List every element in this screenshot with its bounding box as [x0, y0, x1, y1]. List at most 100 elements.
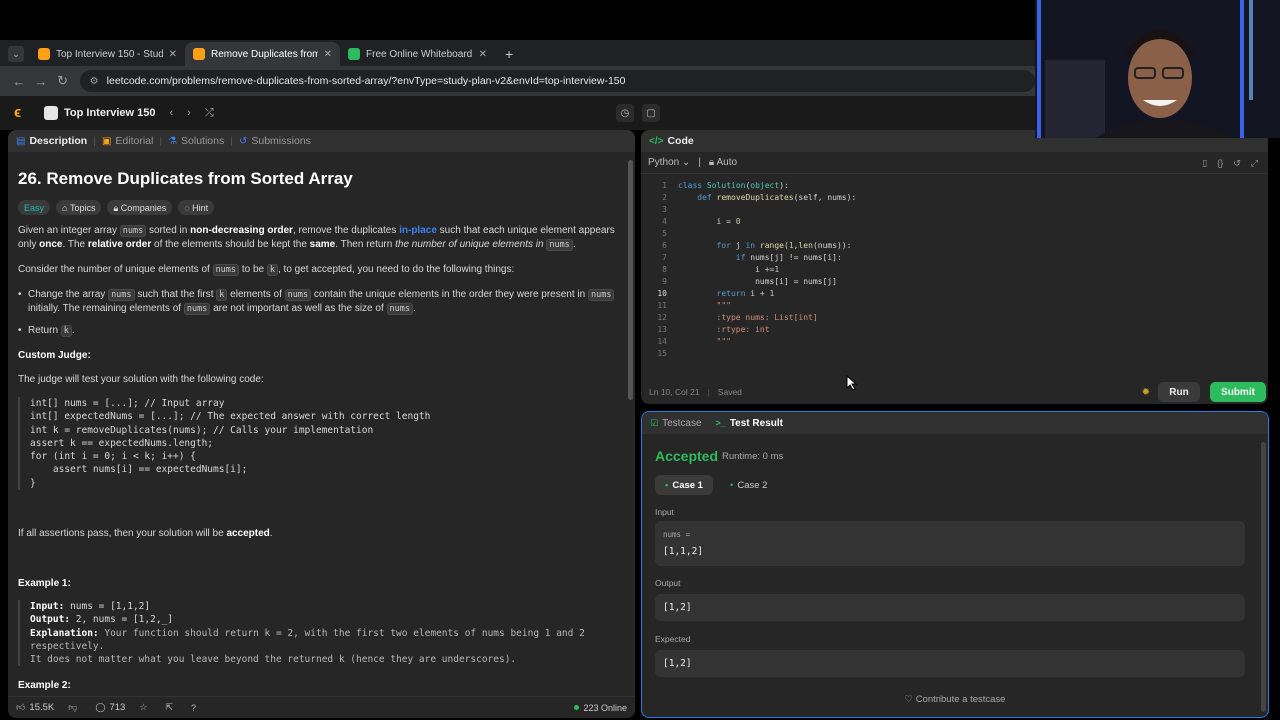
run-button[interactable]: Run	[1158, 382, 1200, 402]
close-icon[interactable]: ✕	[324, 49, 332, 60]
language-select[interactable]: Python ⌄	[648, 157, 690, 168]
input-box: nums = [1,1,2]	[655, 521, 1245, 566]
tab-divider: |	[159, 135, 163, 147]
webcam-overlay	[1035, 0, 1280, 138]
new-tab-button[interactable]: +	[505, 46, 513, 62]
comment-icon: ◯	[95, 702, 106, 712]
tab-description[interactable]: ▤ Description	[16, 135, 87, 147]
input-value: [1,1,2]	[663, 546, 704, 557]
topics-tag[interactable]: ⌂ Topics	[56, 200, 102, 215]
code-line: nums[i] = nums[j]	[678, 277, 837, 286]
auto-mode-toggle[interactable]: 🔒︎ Auto	[709, 157, 737, 168]
code-line: for j in range(1,len(nums)):	[716, 241, 852, 250]
shuffle-icon[interactable]: ⤮	[205, 107, 214, 120]
heart-icon: ♡	[904, 694, 916, 705]
help-button[interactable]: ?	[191, 703, 200, 713]
tab-submissions[interactable]: ↺ Submissions	[239, 135, 311, 147]
like-button[interactable]: 👍︎ 15.5K	[16, 702, 54, 713]
tab-divider: |	[230, 135, 233, 147]
pass-dot-icon: •	[730, 479, 734, 491]
thumbs-down-icon: 👎︎	[68, 702, 78, 712]
help-icon: ?	[190, 702, 196, 713]
description-panel: ▤ Description | ▣ Editorial | ⚗ Solution…	[8, 130, 635, 718]
case-1-button[interactable]: • Case 1	[655, 475, 713, 495]
code-line: :type nums: List[int]	[716, 313, 818, 322]
tab-editorial[interactable]: ▣ Editorial	[102, 135, 153, 147]
bookmark-icon[interactable]: ▯	[1202, 158, 1207, 169]
description-icon: ▤	[16, 135, 26, 147]
problem-content: 26. Remove Duplicates from Sorted Array …	[18, 168, 618, 691]
site-info-icon[interactable]: ⚙	[90, 76, 99, 87]
in-place-link[interactable]: in-place	[399, 225, 437, 236]
test-panel-scrollbar[interactable]	[1261, 442, 1266, 712]
custom-judge-heading: Custom Judge:	[18, 350, 91, 361]
description-scrollbar[interactable]	[628, 160, 633, 400]
notes-icon[interactable]: ▢	[642, 104, 660, 122]
line-number: 6	[662, 241, 667, 250]
inline-code: nums	[546, 239, 573, 251]
code-toolbar-actions: ▯ {} ↺ ⤢	[1202, 158, 1258, 169]
problem-list-icon[interactable]	[44, 106, 58, 120]
input-label: Input	[655, 507, 674, 517]
leetcode-logo-icon[interactable]: ϵ	[14, 104, 30, 122]
verdict-label: Accepted	[655, 448, 719, 464]
hint-tag[interactable]: ◌ Hint	[178, 200, 215, 215]
example-1-block: Input: nums = [1,1,2] Output: 2, nums = […	[18, 600, 628, 667]
comments-button[interactable]: ◯ 713	[95, 702, 125, 713]
expected-value: [1,2]	[655, 650, 1245, 677]
problem-title: 26. Remove Duplicates from Sorted Array	[18, 169, 353, 188]
accepted-note: If all assertions pass, then your soluti…	[18, 528, 273, 539]
browser-tab-remove-duplicates[interactable]: Remove Duplicates from Sorted ✕	[185, 42, 340, 66]
code-line: """	[716, 337, 731, 346]
tab-divider: |	[93, 135, 96, 147]
case-2-button[interactable]: • Case 2	[720, 475, 777, 495]
problem-list-title[interactable]: Top Interview 150	[64, 107, 156, 119]
requirement-bullet-1: Change the array nums such that the firs…	[18, 288, 618, 316]
url-input[interactable]: ⚙ leetcode.com/problems/remove-duplicate…	[79, 70, 1035, 92]
line-number: 1	[662, 181, 667, 190]
test-panel-tabs: ☑ Testcase >_ Test Result	[642, 412, 1268, 434]
format-braces-icon[interactable]: {}	[1217, 158, 1223, 169]
prev-problem-icon[interactable]: ‹	[170, 107, 174, 119]
dislike-button[interactable]: 👎︎	[68, 702, 81, 713]
favorite-button[interactable]: ☆	[139, 702, 151, 713]
close-icon[interactable]: ✕	[169, 49, 177, 60]
tab-search-icon[interactable]: ⌄	[8, 46, 24, 62]
save-status: Saved	[717, 387, 742, 397]
companies-tag[interactable]: 🔒︎ Companies	[107, 200, 173, 215]
editorial-icon: ▣	[101, 135, 112, 147]
back-arrow-icon[interactable]: ←	[8, 74, 30, 89]
fullscreen-icon[interactable]: ⤢	[1251, 158, 1258, 169]
code-line: class Solution(object):	[678, 181, 789, 190]
timer-icon[interactable]: ◷	[616, 104, 634, 122]
tab-testcase[interactable]: ☑ Testcase	[650, 418, 702, 429]
next-problem-icon[interactable]: ›	[187, 107, 191, 119]
expected-label: Expected	[655, 634, 691, 644]
difficulty-badge: Easy	[18, 200, 51, 215]
tab-test-result[interactable]: >_ Test Result	[716, 418, 783, 429]
description-tabs: ▤ Description | ▣ Editorial | ⚗ Solution…	[8, 130, 635, 152]
lightbulb-icon: ◌	[184, 202, 193, 213]
reload-icon[interactable]: ↻	[52, 73, 74, 89]
runtime-label: Runtime: 0 ms	[722, 451, 784, 462]
share-button[interactable]: ⇱	[165, 702, 177, 713]
reset-icon[interactable]: ↺	[1233, 158, 1241, 169]
submit-button[interactable]: Submit	[1210, 382, 1266, 402]
line-number: 4	[662, 217, 667, 226]
pass-dot-icon: •	[665, 479, 669, 491]
close-icon[interactable]: ✕	[479, 49, 487, 60]
tag-icon: ⌂	[62, 202, 70, 213]
address-bar: ← → ↻ ⚙ leetcode.com/problems/remove-dup…	[0, 66, 1035, 96]
contribute-testcase-link[interactable]: ♡ Contribute a testcase	[642, 694, 1268, 705]
cursor-position: Ln 10, Col 21	[649, 387, 700, 397]
debug-icon[interactable]: ✹	[1142, 387, 1150, 398]
code-line: i +=1	[678, 265, 780, 274]
code-editor[interactable]: class Solution(object): def removeDuplic…	[678, 180, 856, 360]
problem-tags: Easy ⌂ Topics 🔒︎ Companies ◌ Hint	[18, 200, 618, 215]
tab-solutions[interactable]: ⚗ Solutions	[168, 135, 224, 147]
forward-arrow-icon[interactable]: →	[30, 74, 52, 89]
inline-code: nums	[119, 225, 147, 237]
browser-tab-whiteboard[interactable]: Free Online Whiteboard ✕	[340, 42, 495, 66]
browser-tab-study-plan[interactable]: Top Interview 150 - Study Plan ✕	[30, 42, 185, 66]
